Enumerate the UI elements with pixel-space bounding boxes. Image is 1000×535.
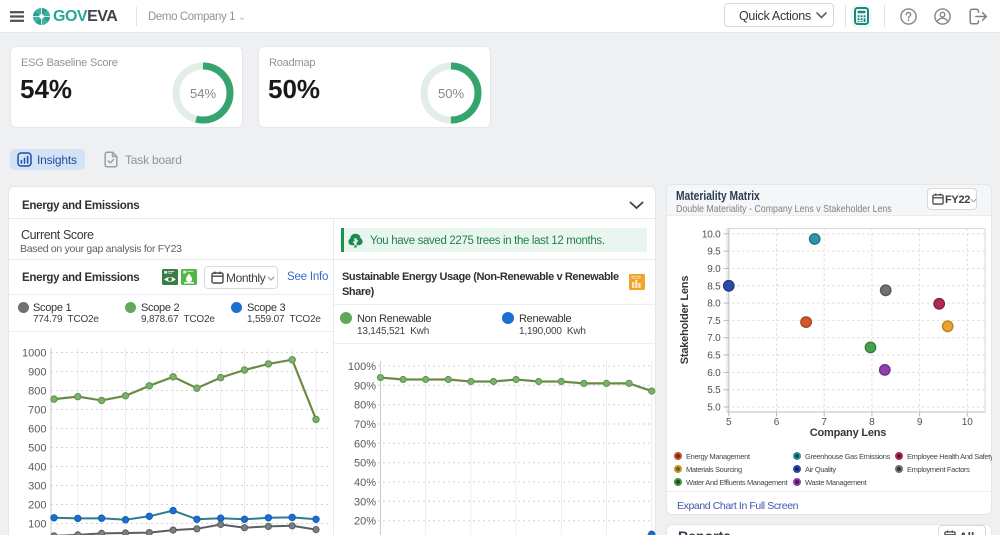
svg-text:Greenhouse Gas Emissions: Greenhouse Gas Emissions — [805, 452, 891, 461]
svg-text:Air Quality: Air Quality — [805, 465, 836, 474]
svg-text:200: 200 — [28, 500, 46, 512]
svg-text:Energy Management: Energy Management — [686, 452, 751, 461]
svg-text:Employment Factors: Employment Factors — [907, 465, 970, 474]
svg-text:5.0: 5.0 — [707, 403, 721, 414]
svg-text:Water And Effluents Management: Water And Effluents Management — [686, 478, 788, 487]
svg-text:10: 10 — [962, 417, 974, 428]
svg-text:6.5: 6.5 — [707, 351, 721, 362]
svg-text:Employee Health And Safety: Employee Health And Safety — [907, 452, 992, 461]
svg-text:70%: 70% — [354, 419, 376, 431]
svg-text:1000: 1000 — [22, 348, 46, 360]
svg-text:40%: 40% — [354, 477, 376, 489]
svg-text:900: 900 — [28, 367, 46, 379]
svg-text:8.0: 8.0 — [707, 299, 721, 310]
svg-text:Materials Sourcing: Materials Sourcing — [686, 465, 742, 474]
svg-text:9.0: 9.0 — [707, 264, 721, 275]
svg-text:7.0: 7.0 — [707, 333, 721, 344]
svg-text:50%: 50% — [354, 458, 376, 470]
svg-text:60%: 60% — [354, 438, 376, 450]
svg-text:9.5: 9.5 — [707, 247, 721, 258]
svg-text:20%: 20% — [354, 516, 376, 528]
svg-text:800: 800 — [28, 386, 46, 398]
svg-text:54%: 54% — [190, 86, 216, 101]
svg-text:90%: 90% — [354, 380, 376, 392]
svg-text:Stakeholder Lens: Stakeholder Lens — [679, 276, 691, 365]
svg-text:300: 300 — [28, 481, 46, 493]
svg-text:50%: 50% — [438, 86, 464, 101]
svg-text:80%: 80% — [354, 400, 376, 412]
svg-text:100: 100 — [28, 519, 46, 531]
svg-text:6: 6 — [774, 417, 780, 428]
svg-text:8.5: 8.5 — [707, 281, 721, 292]
svg-text:500: 500 — [28, 443, 46, 455]
svg-text:5: 5 — [726, 417, 732, 428]
svg-text:700: 700 — [28, 405, 46, 417]
svg-text:10.0: 10.0 — [702, 229, 721, 240]
svg-text:400: 400 — [28, 462, 46, 474]
svg-text:Waste Management: Waste Management — [805, 478, 868, 487]
svg-text:9: 9 — [917, 417, 923, 428]
svg-text:7.5: 7.5 — [707, 316, 721, 327]
svg-text:6.0: 6.0 — [707, 368, 721, 379]
svg-text:600: 600 — [28, 424, 46, 436]
svg-text:5.5: 5.5 — [707, 385, 721, 396]
svg-text:Company Lens: Company Lens — [810, 427, 887, 439]
svg-text:100%: 100% — [348, 361, 376, 373]
svg-text:30%: 30% — [354, 496, 376, 508]
